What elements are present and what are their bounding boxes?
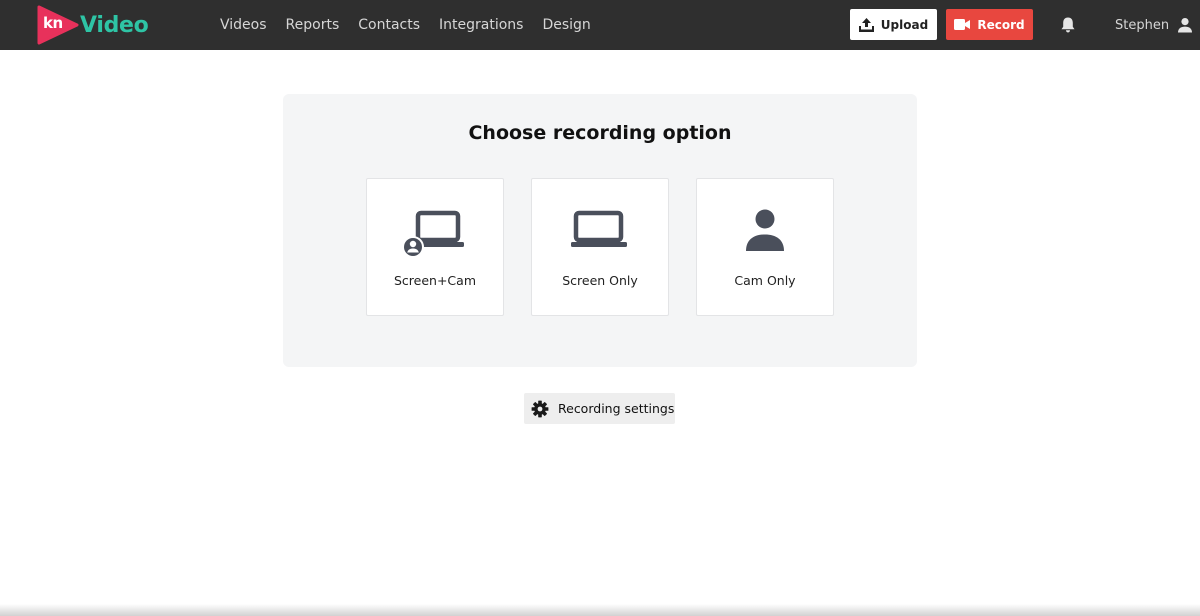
user-name: Stephen xyxy=(1115,17,1170,33)
option-screen-only[interactable]: Screen Only xyxy=(531,178,669,316)
laptop-icon xyxy=(532,209,668,261)
window-bottom-edge xyxy=(0,604,1200,616)
nav-item-contacts[interactable]: Contacts xyxy=(358,17,420,33)
top-navigation-bar: kn Video Videos Reports Contacts Integra… xyxy=(0,0,1200,50)
main-nav: Videos Reports Contacts Integrations Des… xyxy=(220,0,610,50)
user-icon xyxy=(1178,18,1193,33)
upload-button[interactable]: Upload xyxy=(850,9,937,40)
laptop-with-user-icon xyxy=(367,209,503,261)
nav-item-videos[interactable]: Videos xyxy=(220,17,267,33)
video-camera-icon xyxy=(954,19,971,30)
page-title: Choose recording option xyxy=(468,122,732,144)
upload-button-label: Upload xyxy=(880,17,929,32)
upload-icon xyxy=(858,17,874,32)
recording-settings-button[interactable]: Recording settings xyxy=(524,393,675,424)
option-label: Screen Only xyxy=(562,273,638,288)
recording-settings-label: Recording settings xyxy=(558,401,675,416)
logo-wordmark: Video xyxy=(80,12,149,38)
record-button-label: Record xyxy=(977,17,1025,32)
logo-mark-text: kn xyxy=(43,14,63,32)
user-icon xyxy=(697,209,833,261)
gear-icon xyxy=(531,400,549,417)
notifications-bell-icon[interactable] xyxy=(1059,16,1077,34)
nav-item-design[interactable]: Design xyxy=(542,17,590,33)
app-logo[interactable]: kn Video xyxy=(37,5,149,45)
user-menu[interactable]: Stephen xyxy=(1115,0,1193,50)
recording-options-panel: Choose recording option Screen+Cam Scree… xyxy=(283,94,917,367)
nav-item-reports[interactable]: Reports xyxy=(286,17,340,33)
option-label: Cam Only xyxy=(734,273,796,288)
option-cam-only[interactable]: Cam Only xyxy=(696,178,834,316)
nav-item-integrations[interactable]: Integrations xyxy=(439,17,523,33)
option-screen-cam[interactable]: Screen+Cam xyxy=(366,178,504,316)
logo-play-icon: kn xyxy=(37,5,79,45)
option-label: Screen+Cam xyxy=(393,273,476,288)
record-button[interactable]: Record xyxy=(946,9,1033,40)
